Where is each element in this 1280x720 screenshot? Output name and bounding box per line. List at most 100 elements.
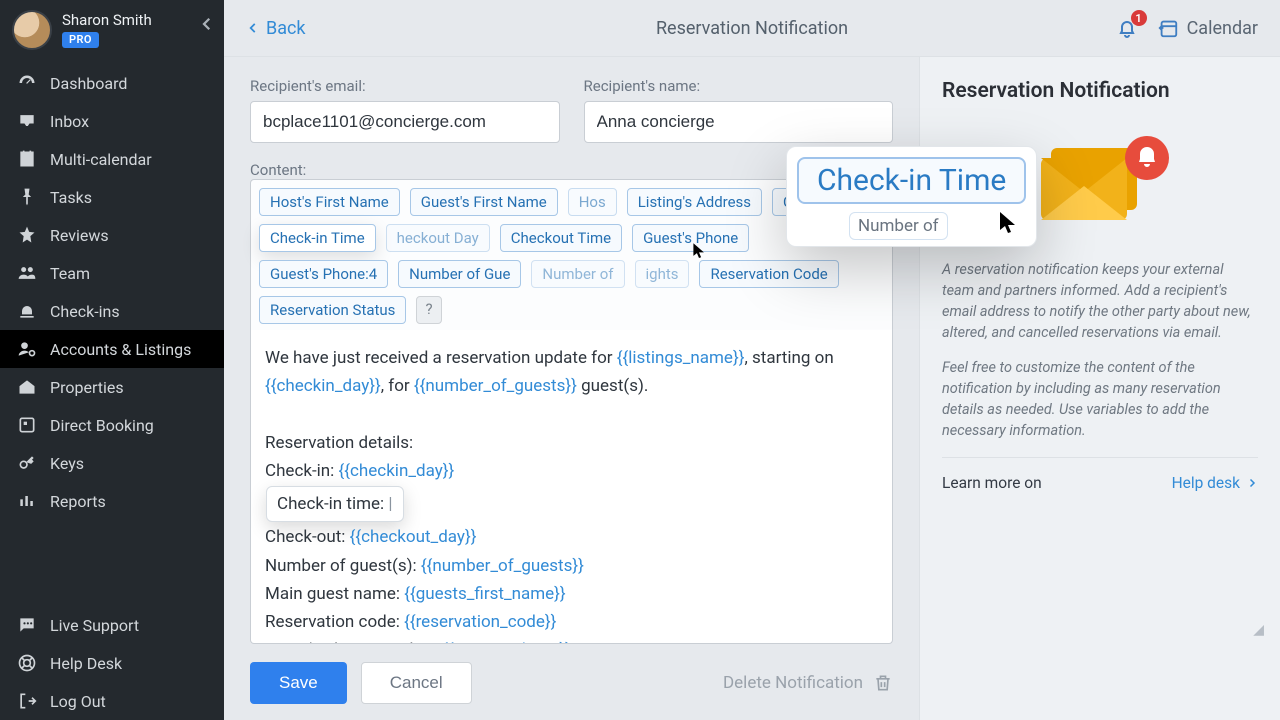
sidebar-item-tasks[interactable]: Tasks: [0, 178, 224, 216]
var-guests-first-name: {{guests_first_name}}: [404, 584, 565, 604]
calendar-icon: [16, 149, 38, 169]
cancel-button[interactable]: Cancel: [361, 662, 472, 704]
active-line-highlight: Check-in time: |: [266, 486, 404, 522]
sidebar-item-label: Tasks: [50, 188, 92, 207]
chip-number-of-trunc[interactable]: Number of: [531, 260, 624, 288]
sidebar-item-label: Team: [50, 264, 90, 283]
lifebuoy-icon: [16, 653, 38, 673]
sidebar-item-label: Reports: [50, 492, 106, 511]
sidebar-item-label: Live Support: [50, 616, 139, 635]
sidebar-item-label: Accounts & Listings: [50, 340, 191, 359]
chip-checkout-day-truncated[interactable]: heckout Day: [386, 224, 490, 252]
notification-count: 1: [1131, 10, 1147, 26]
chip-reservation-code[interactable]: Reservation Code: [699, 260, 838, 288]
chip-nights-trunc[interactable]: ights: [635, 260, 690, 288]
help-p1: A reservation notification keeps your ex…: [942, 259, 1258, 343]
cursor-icon: [998, 210, 1018, 236]
cursor-icon-small: [692, 241, 706, 261]
back-button[interactable]: Back: [246, 18, 306, 39]
bell-icon: [16, 301, 38, 321]
var-guests-phone: {{guests_phone}}: [442, 640, 571, 644]
team-icon: [16, 263, 38, 283]
var-checkin-day: {{checkin_day}}: [265, 376, 381, 396]
notifications-button[interactable]: 1: [1115, 16, 1139, 40]
sidebar-item-multi-calendar[interactable]: Multi-calendar: [0, 140, 224, 178]
trash-icon: [873, 673, 893, 693]
help-desk-link[interactable]: Help desk: [1172, 474, 1258, 492]
chip-guests-phone4[interactable]: Guest's Phone:4: [259, 260, 388, 288]
text-caret: |: [388, 494, 392, 514]
sidebar-item-properties[interactable]: Properties: [0, 368, 224, 406]
plan-badge: PRO: [62, 32, 99, 48]
sidebar-item-label: Direct Booking: [50, 416, 154, 435]
chat-icon: [16, 615, 38, 635]
zoom-callout: Check-in Time Number of: [786, 146, 1037, 247]
sidebar: Sharon Smith PRO Dashboard Inbox Multi-c…: [0, 0, 224, 720]
main: Back Reservation Notification 1 Calendar…: [224, 0, 1280, 720]
sidebar-item-logout[interactable]: Log Out: [0, 682, 224, 720]
delete-label: Delete Notification: [723, 673, 863, 693]
logout-icon: [16, 691, 38, 711]
booking-icon: [16, 415, 38, 435]
back-label: Back: [266, 18, 306, 39]
delete-notification-button[interactable]: Delete Notification: [723, 673, 893, 693]
chip-checkout-time[interactable]: Checkout Time: [500, 224, 622, 252]
sidebar-item-keys[interactable]: Keys: [0, 444, 224, 482]
calendar-button[interactable]: Calendar: [1157, 17, 1258, 39]
chip-hos-truncated[interactable]: Hos: [568, 188, 617, 216]
chip-guests-phone[interactable]: Guest's Phone: [632, 224, 749, 252]
help-heading: Reservation Notification: [942, 79, 1258, 103]
sidebar-item-direct-booking[interactable]: Direct Booking: [0, 406, 224, 444]
sidebar-item-inbox[interactable]: Inbox: [0, 102, 224, 140]
name-label: Recipient's name:: [584, 77, 894, 95]
sidebar-item-accounts-listings[interactable]: Accounts & Listings: [0, 330, 224, 368]
name-field[interactable]: [584, 101, 894, 143]
sidebar-item-label: Reviews: [50, 226, 109, 245]
sidebar-item-label: Properties: [50, 378, 124, 397]
zoom-chip-number-of: Number of: [849, 212, 948, 240]
sidebar-item-dashboard[interactable]: Dashboard: [0, 64, 224, 102]
var-reservation-code: {{reservation_code}}: [404, 612, 556, 632]
chip-guests-first-name[interactable]: Guest's First Name: [410, 188, 558, 216]
user-gear-icon: [16, 339, 38, 359]
sidebar-item-label: Multi-calendar: [50, 150, 152, 169]
var-checkin-day2: {{checkin_day}}: [339, 461, 455, 481]
chip-checkin-time[interactable]: Check-in Time: [259, 224, 376, 252]
gauge-icon: [16, 73, 38, 93]
key-icon: [16, 453, 38, 473]
sidebar-item-reviews[interactable]: Reviews: [0, 216, 224, 254]
chip-help[interactable]: ?: [416, 296, 441, 324]
var-listings-name: {{listings_name}}: [617, 348, 745, 368]
chip-number-of-guests-trunc[interactable]: Number of Gue: [398, 260, 521, 288]
sidebar-item-reports[interactable]: Reports: [0, 482, 224, 520]
sidebar-item-label: Check-ins: [50, 302, 120, 321]
chip-reservation-status[interactable]: Reservation Status: [259, 296, 406, 324]
sidebar-nav: Dashboard Inbox Multi-calendar Tasks Rev…: [0, 64, 224, 520]
sidebar-item-live-support[interactable]: Live Support: [0, 606, 224, 644]
email-field[interactable]: [250, 101, 560, 143]
help-p2: Feel free to customize the content of th…: [942, 357, 1258, 441]
var-number-of-guests2: {{number_of_guests}}: [421, 556, 584, 576]
chart-icon: [16, 491, 38, 511]
chevron-right-icon: [1246, 477, 1258, 489]
content-editor[interactable]: We have just received a reservation upda…: [250, 330, 893, 644]
sidebar-item-checkins[interactable]: Check-ins: [0, 292, 224, 330]
chevron-left-icon: [246, 18, 260, 38]
sidebar-item-help-desk[interactable]: Help Desk: [0, 644, 224, 682]
sidebar-bottom: Live Support Help Desk Log Out: [0, 606, 224, 720]
email-label: Recipient's email:: [250, 77, 560, 95]
chevron-left-icon[interactable]: [198, 12, 216, 36]
sidebar-item-label: Keys: [50, 454, 84, 473]
calendar-label: Calendar: [1187, 18, 1258, 39]
sidebar-item-team[interactable]: Team: [0, 254, 224, 292]
zoom-chip-checkin-time: Check-in Time: [797, 157, 1026, 204]
chip-hosts-first-name[interactable]: Host's First Name: [259, 188, 400, 216]
avatar: [12, 10, 52, 50]
topbar: Back Reservation Notification 1 Calendar: [224, 0, 1280, 57]
sidebar-profile[interactable]: Sharon Smith PRO: [0, 0, 224, 56]
pin-icon: [16, 187, 38, 207]
chip-listings-address[interactable]: Listing's Address: [627, 188, 762, 216]
learn-more-label: Learn more on: [942, 474, 1042, 492]
sidebar-item-label: Dashboard: [50, 74, 127, 93]
save-button[interactable]: Save: [250, 662, 347, 704]
